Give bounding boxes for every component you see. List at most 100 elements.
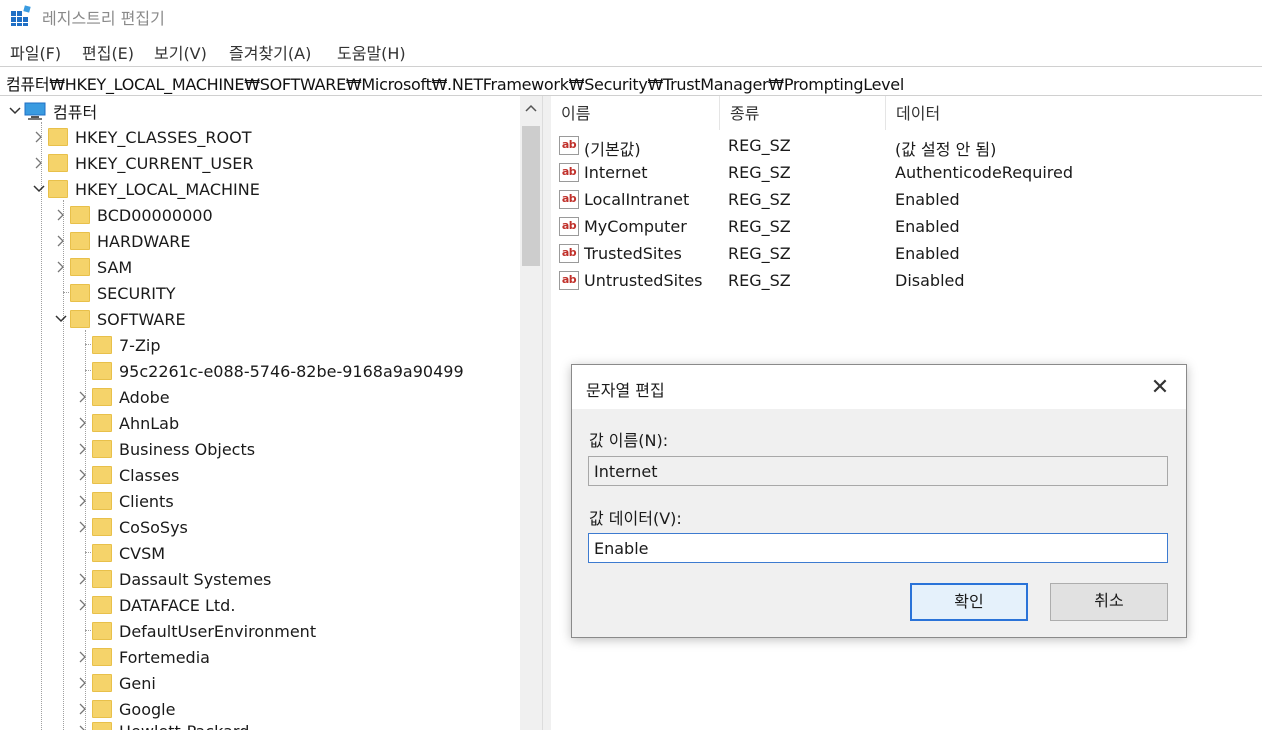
folder-icon — [92, 388, 112, 406]
value-data: Enabled — [895, 190, 960, 209]
tree-item-sam[interactable]: SAM — [52, 254, 132, 280]
menu-view[interactable]: 보기(V) — [154, 40, 207, 64]
cancel-button[interactable]: 취소 — [1050, 583, 1168, 621]
chevron-down-icon[interactable] — [52, 306, 70, 332]
folder-icon — [48, 128, 68, 146]
tree-item-dataface[interactable]: DATAFACE Ltd. — [74, 592, 235, 618]
chevron-right-icon[interactable] — [74, 488, 92, 514]
tree-item-adobe[interactable]: Adobe — [74, 384, 170, 410]
tree-item-geni[interactable]: Geni — [74, 670, 156, 696]
address-bar[interactable]: 컴퓨터₩HKEY_LOCAL_MACHINE₩SOFTWARE₩Microsof… — [0, 66, 1262, 96]
value-data: Enabled — [895, 217, 960, 236]
folder-icon — [70, 310, 90, 328]
list-item[interactable]: ab UntrustedSites REG_SZ Disabled — [551, 268, 1264, 295]
tree-label: 95c2261c-e088-5746-82be-9168a9a90499 — [119, 361, 464, 381]
column-header-type[interactable]: 종류 — [720, 96, 886, 130]
chevron-right-icon[interactable] — [74, 670, 92, 696]
value-name-field[interactable] — [588, 456, 1168, 486]
chevron-right-icon[interactable] — [52, 228, 70, 254]
folder-icon — [92, 700, 112, 718]
tree-label: HKEY_LOCAL_MACHINE — [75, 179, 260, 199]
value-data-label: 값 데이터(V): — [589, 509, 682, 528]
folder-icon — [92, 362, 112, 380]
tree-item-business-objects[interactable]: Business Objects — [74, 436, 255, 462]
chevron-right-icon[interactable] — [52, 254, 70, 280]
tree-item-fortemedia[interactable]: Fortemedia — [74, 644, 210, 670]
column-header-data[interactable]: 데이터 — [886, 96, 1264, 130]
column-header-name[interactable]: 이름 — [551, 96, 720, 130]
chevron-right-icon[interactable] — [74, 436, 92, 462]
scroll-thumb[interactable] — [522, 126, 540, 266]
tree-item-hkey-current-user[interactable]: HKEY_CURRENT_USER — [30, 150, 253, 176]
value-name: UntrustedSites — [584, 271, 703, 290]
pane-splitter[interactable] — [542, 96, 551, 730]
chevron-down-icon[interactable] — [30, 176, 48, 202]
tree-label: Geni — [119, 673, 156, 693]
value-data-field[interactable] — [588, 533, 1168, 563]
list-item[interactable]: ab (기본값) REG_SZ (값 설정 안 됨) — [551, 133, 1264, 160]
chevron-down-icon[interactable] — [6, 98, 24, 124]
folder-icon — [92, 440, 112, 458]
tree-label: HKEY_CLASSES_ROOT — [75, 127, 252, 147]
dialog-titlebar[interactable]: 문자열 편집 ✕ — [572, 365, 1186, 409]
tree-item-clients[interactable]: Clients — [74, 488, 174, 514]
menu-edit[interactable]: 편집(E) — [82, 40, 134, 64]
menu-favorites[interactable]: 즐겨찾기(A) — [229, 40, 311, 64]
chevron-right-icon[interactable] — [74, 592, 92, 618]
chevron-right-icon[interactable] — [30, 124, 48, 150]
value-name: Internet — [584, 163, 648, 182]
tree-item-cososys[interactable]: CoSoSys — [74, 514, 188, 540]
tree-label: Clients — [119, 491, 174, 511]
chevron-right-icon[interactable] — [74, 462, 92, 488]
menu-help[interactable]: 도움말(H) — [337, 40, 406, 64]
value-name: TrustedSites — [584, 244, 682, 263]
ok-button[interactable]: 확인 — [910, 583, 1028, 621]
chevron-right-icon[interactable] — [74, 566, 92, 592]
tree-label: Business Objects — [119, 439, 256, 459]
tree-label: SAM — [97, 257, 133, 277]
tree-item-hewlett-packard[interactable]: Hewlett-Packard — [74, 718, 249, 730]
chevron-right-icon[interactable] — [74, 644, 92, 670]
list-item[interactable]: ab TrustedSites REG_SZ Enabled — [551, 241, 1264, 268]
chevron-right-icon[interactable] — [74, 718, 92, 730]
tree-item-ahnlab[interactable]: AhnLab — [74, 410, 179, 436]
folder-icon — [92, 336, 112, 354]
key-tree: 컴퓨터 HKEY_CLASSES_ROOT HKEY_CURRENT_USER … — [0, 96, 520, 730]
list-item[interactable]: ab LocalIntranet REG_SZ Enabled — [551, 187, 1264, 214]
tree-item-classes[interactable]: Classes — [74, 462, 179, 488]
list-item[interactable]: ab Internet REG_SZ AuthenticodeRequired — [551, 160, 1264, 187]
tree-label: Hewlett-Packard — [119, 722, 249, 730]
address-path[interactable]: 컴퓨터₩HKEY_LOCAL_MACHINE₩SOFTWARE₩Microsof… — [6, 71, 904, 95]
menu-file[interactable]: 파일(F) — [10, 40, 61, 64]
tree-item-default-user-environment[interactable]: DefaultUserEnvironment — [74, 618, 316, 644]
close-icon[interactable]: ✕ — [1146, 373, 1174, 401]
tree-item-guid-key[interactable]: 95c2261c-e088-5746-82be-9168a9a90499 — [74, 358, 464, 384]
folder-icon — [92, 570, 112, 588]
value-name: MyComputer — [584, 217, 687, 236]
chevron-right-icon[interactable] — [74, 514, 92, 540]
chevron-right-icon[interactable] — [30, 150, 48, 176]
chevron-right-icon[interactable] — [74, 410, 92, 436]
scroll-up-arrow-icon[interactable] — [520, 98, 542, 118]
tree-item-7zip[interactable]: 7-Zip — [74, 332, 161, 358]
tree-item-cvsm[interactable]: CVSM — [74, 540, 165, 566]
folder-icon — [92, 596, 112, 614]
tree-item-software[interactable]: SOFTWARE — [52, 306, 186, 332]
tree-item-computer[interactable]: 컴퓨터 — [6, 98, 97, 124]
chevron-right-icon[interactable] — [52, 202, 70, 228]
tree-item-hardware[interactable]: HARDWARE — [52, 228, 191, 254]
tree-item-hkey-local-machine[interactable]: HKEY_LOCAL_MACHINE — [30, 176, 260, 202]
tree-item-hkey-classes-root[interactable]: HKEY_CLASSES_ROOT — [30, 124, 251, 150]
list-item[interactable]: ab MyComputer REG_SZ Enabled — [551, 214, 1264, 241]
list-header: 이름 종류 데이터 — [551, 96, 1264, 130]
folder-icon — [92, 492, 112, 510]
tree-item-dassault-systemes[interactable]: Dassault Systemes — [74, 566, 271, 592]
chevron-right-icon[interactable] — [74, 384, 92, 410]
dialog-title: 문자열 편집 — [586, 381, 665, 400]
string-value-icon: ab — [559, 190, 579, 209]
value-data: Enabled — [895, 244, 960, 263]
tree-scrollbar[interactable] — [520, 96, 542, 730]
value-name-label: 값 이름(N): — [589, 431, 669, 450]
tree-item-security[interactable]: SECURITY — [52, 280, 176, 306]
tree-item-bcd[interactable]: BCD00000000 — [52, 202, 213, 228]
